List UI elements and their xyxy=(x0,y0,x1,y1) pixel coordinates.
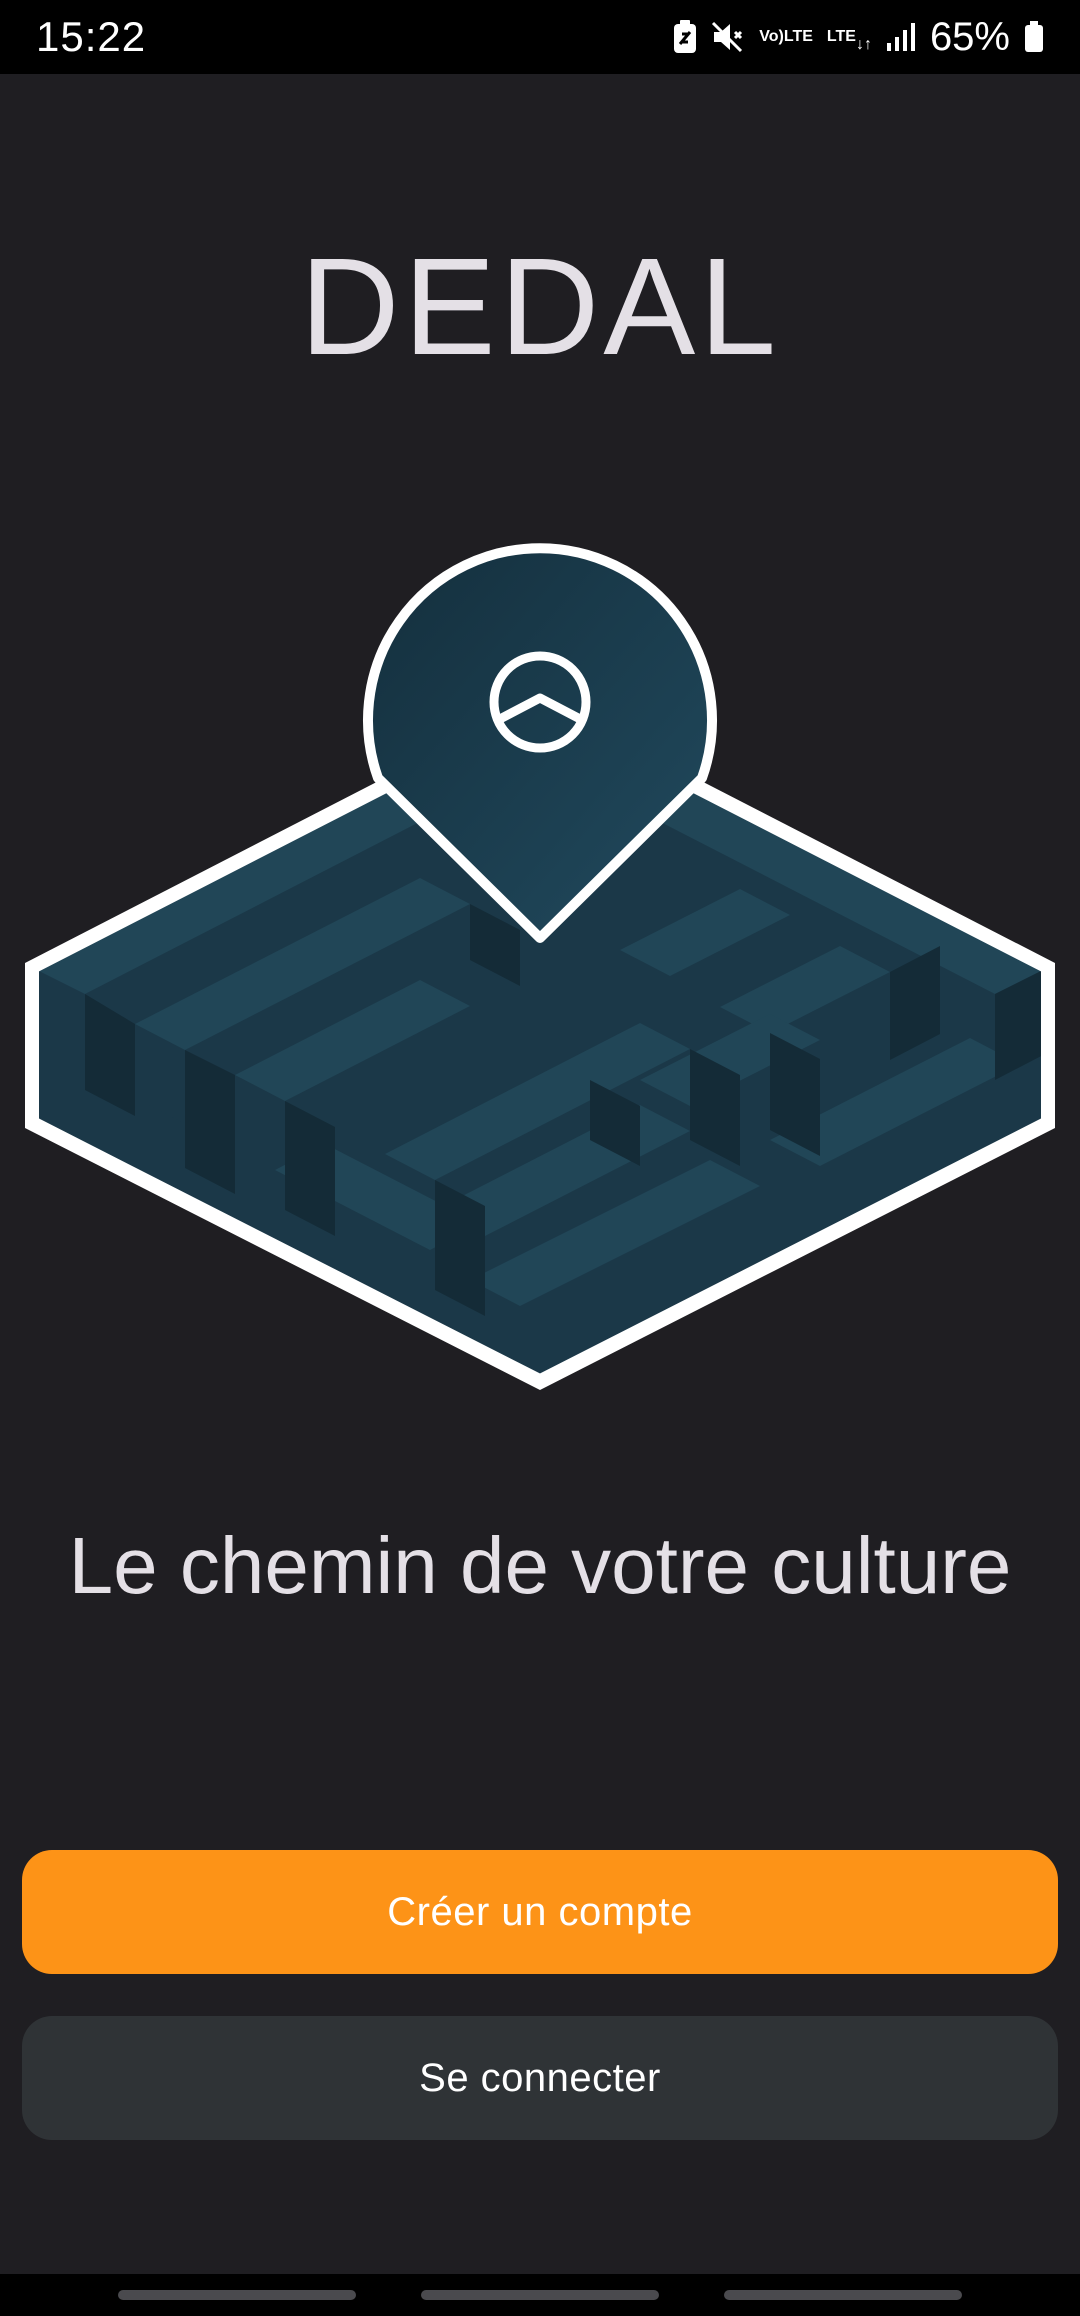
signal-icon xyxy=(886,22,916,52)
nav-back-button[interactable] xyxy=(724,2290,962,2300)
nav-home-button[interactable] xyxy=(421,2290,659,2300)
login-button[interactable]: Se connecter xyxy=(22,2016,1058,2140)
app-title: DEDAL xyxy=(299,230,781,384)
status-time: 15:22 xyxy=(36,13,147,60)
lte-label: LTE xyxy=(826,28,856,45)
create-account-button[interactable]: Créer un compte xyxy=(22,1850,1058,1974)
status-bar: 15:22 Vo) LTE LTE ↓↑ 65% xyxy=(0,0,1080,74)
volte-label-bottom: LTE xyxy=(783,28,813,45)
tagline: Le chemin de votre culture xyxy=(68,1521,1012,1610)
volte-icon: Vo) LTE xyxy=(759,29,813,45)
lte-data-icon: LTE ↓↑ xyxy=(826,28,872,53)
mute-icon xyxy=(711,21,745,53)
battery-icon xyxy=(1024,21,1044,53)
navigation-bar xyxy=(0,2274,1080,2316)
maze-location-pin-icon xyxy=(20,520,1060,1395)
status-icons: Vo) LTE LTE ↓↑ 65% xyxy=(673,15,1044,60)
battery-percent: 65% xyxy=(929,14,1010,59)
volte-label-top: Vo) xyxy=(759,28,784,45)
nav-recent-apps-button[interactable] xyxy=(118,2290,356,2300)
battery-saver-icon xyxy=(673,20,697,54)
